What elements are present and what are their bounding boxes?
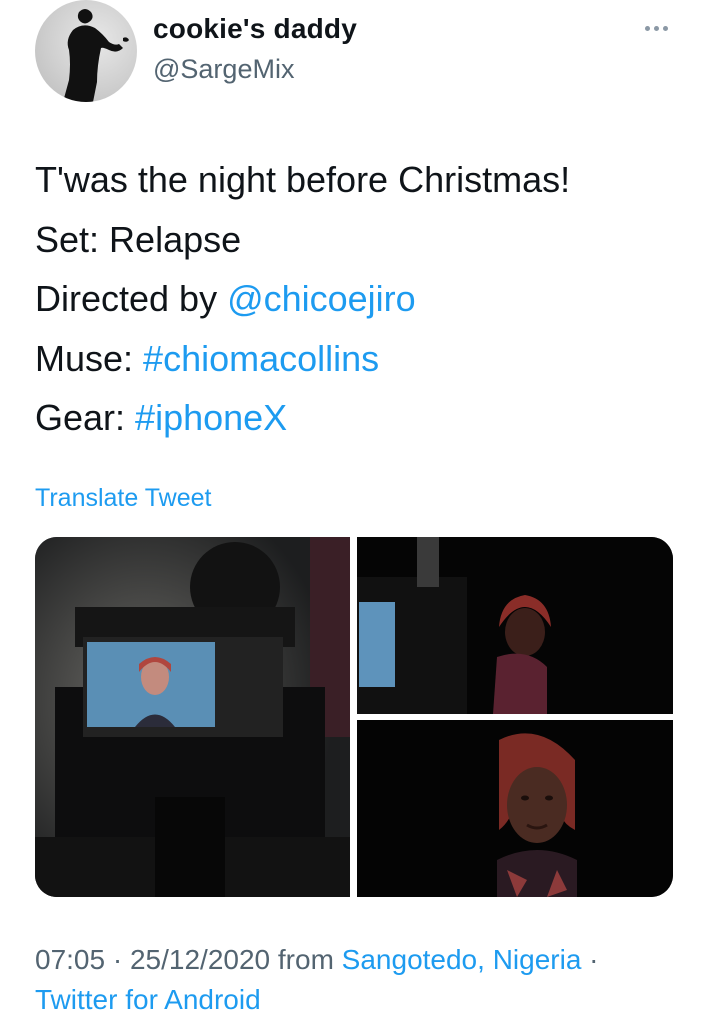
location-link[interactable]: Sangotedo, Nigeria	[342, 944, 582, 975]
tweet-line-prefix: Set:	[35, 218, 110, 260]
tweet-line: T'was the night before Christmas!	[35, 150, 570, 210]
tweet-time[interactable]: 07:05	[35, 944, 105, 975]
translate-tweet-link[interactable]: Translate Tweet	[35, 484, 211, 513]
avatar[interactable]	[35, 0, 137, 102]
display-name[interactable]: cookie's daddy	[153, 13, 357, 45]
tweet-text: T'was the night before Christmas! Set: R…	[35, 150, 570, 448]
tweet-line: Gear: #iphoneX	[35, 388, 570, 448]
silhouette-figure-icon	[63, 9, 129, 102]
separator: ·	[105, 944, 130, 975]
media-grid	[35, 537, 673, 897]
more-options-icon[interactable]	[643, 18, 671, 38]
separator: ·	[581, 944, 599, 975]
from-label: from	[270, 944, 342, 975]
tweet-date[interactable]: 25/12/2020	[130, 944, 270, 975]
tweet-line: Directed by @chicoejiro	[35, 269, 570, 329]
tweet-line-prefix: Directed by	[35, 278, 228, 319]
mention-link[interactable]: @chicoejiro	[227, 278, 416, 319]
tweet-line-text: T'was the night before Christmas!	[35, 159, 571, 200]
tweet-line-text: Relapse	[109, 218, 242, 260]
tweet-meta: 07:05 · 25/12/2020 from Sangotedo, Niger…	[35, 940, 675, 1020]
photo-monitor-muse[interactable]	[357, 537, 673, 714]
tweet-line: Set: Relapse	[35, 210, 570, 270]
hashtag-link[interactable]: #iphoneX	[135, 397, 287, 438]
tweet-line-prefix: Muse:	[35, 337, 144, 379]
photo-camera-monitor[interactable]	[35, 537, 350, 897]
hashtag-link[interactable]: #chiomacollins	[143, 338, 379, 379]
tweet-line-prefix: Gear:	[35, 397, 136, 438]
source-link[interactable]: Twitter for Android	[35, 984, 261, 1015]
user-handle[interactable]: @SargeMix	[153, 54, 294, 85]
tweet-line: Muse: #chiomacollins	[35, 329, 570, 389]
photo-muse-portrait[interactable]	[357, 720, 673, 897]
